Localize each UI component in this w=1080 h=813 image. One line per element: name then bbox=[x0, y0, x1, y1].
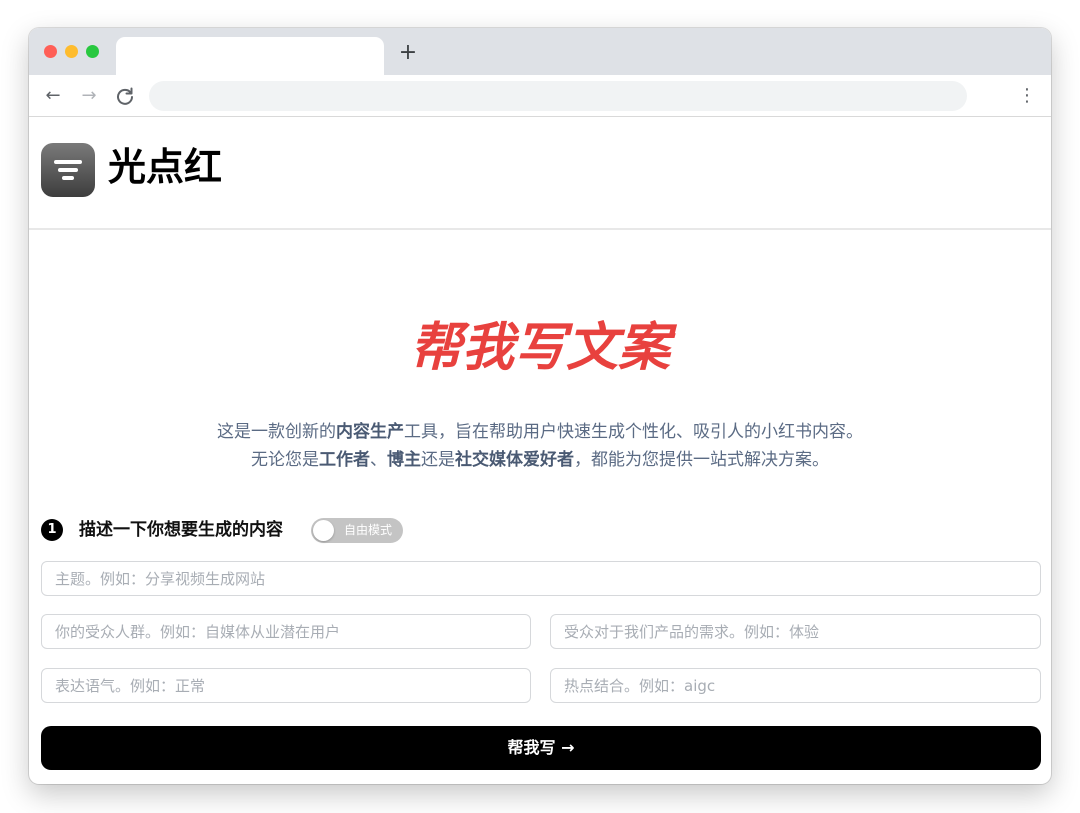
highlight-text: 工作者 bbox=[319, 450, 370, 470]
maximize-window-icon[interactable] bbox=[86, 45, 99, 58]
new-tab-icon[interactable]: + bbox=[397, 42, 419, 64]
toggle-knob bbox=[313, 520, 334, 541]
forward-arrow-icon[interactable]: → bbox=[77, 84, 101, 108]
logo-bar bbox=[62, 176, 74, 180]
reload-icon[interactable] bbox=[113, 84, 137, 108]
tab-bar: + bbox=[29, 28, 1051, 75]
audience-input[interactable] bbox=[41, 614, 531, 649]
site-header: 光点红 bbox=[29, 117, 1051, 230]
hero-description-line-2: 无论您是工作者、博主还是社交媒体爱好者，都能为您提供一站式解决方案。 bbox=[29, 446, 1051, 474]
browser-window: + ← → ⋮ 光点红 帮我写文案 这是一款创新的内容生产工具，旨在帮助用户快速… bbox=[29, 28, 1051, 784]
topic-input[interactable] bbox=[41, 561, 1041, 596]
highlight-text: 社交媒体爱好者 bbox=[455, 450, 574, 470]
logo-bar bbox=[54, 160, 82, 164]
description-text: ，都能为您提供一站式解决方案。 bbox=[574, 450, 829, 470]
trending-topic-input[interactable] bbox=[550, 668, 1041, 703]
description-text: 这是一款创新的 bbox=[217, 422, 336, 442]
audience-need-input[interactable] bbox=[550, 614, 1041, 649]
free-mode-toggle[interactable]: 自由模式 bbox=[311, 518, 403, 543]
app-logo-icon[interactable] bbox=[41, 143, 95, 197]
browser-tab[interactable] bbox=[116, 37, 384, 75]
minimize-window-icon[interactable] bbox=[65, 45, 78, 58]
back-arrow-icon[interactable]: ← bbox=[41, 84, 65, 108]
logo-bar bbox=[58, 168, 78, 172]
browser-toolbar: ← → ⋮ bbox=[29, 75, 1051, 117]
highlight-text: 内容生产 bbox=[336, 422, 404, 442]
tone-input[interactable] bbox=[41, 668, 531, 703]
description-text: 无论您是 bbox=[251, 450, 319, 470]
hero-description: 这是一款创新的内容生产工具，旨在帮助用户快速生成个性化、吸引人的小红书内容。 无… bbox=[29, 418, 1051, 474]
close-window-icon[interactable] bbox=[44, 45, 57, 58]
toggle-label: 自由模式 bbox=[343, 523, 392, 537]
reload-icon-glyph bbox=[117, 87, 133, 105]
write-for-me-button[interactable]: 帮我写 → bbox=[41, 726, 1041, 770]
hero-description-line-1: 这是一款创新的内容生产工具，旨在帮助用户快速生成个性化、吸引人的小红书内容。 bbox=[29, 418, 1051, 446]
step-number-badge: 1 bbox=[41, 519, 63, 541]
description-text: 还是 bbox=[421, 450, 455, 470]
address-bar[interactable] bbox=[149, 81, 967, 111]
description-text: 、 bbox=[370, 450, 387, 470]
brand-name[interactable]: 光点红 bbox=[108, 145, 222, 189]
hero-title: 帮我写文案 bbox=[409, 318, 670, 378]
highlight-text: 博主 bbox=[387, 450, 421, 470]
step-label: 描述一下你想要生成的内容 bbox=[79, 520, 283, 540]
step-1-header: 1 描述一下你想要生成的内容 自由模式 bbox=[41, 516, 641, 544]
kebab-menu-icon[interactable]: ⋮ bbox=[1015, 84, 1039, 108]
description-text: 工具，旨在帮助用户快速生成个性化、吸引人的小红书内容。 bbox=[404, 422, 863, 442]
